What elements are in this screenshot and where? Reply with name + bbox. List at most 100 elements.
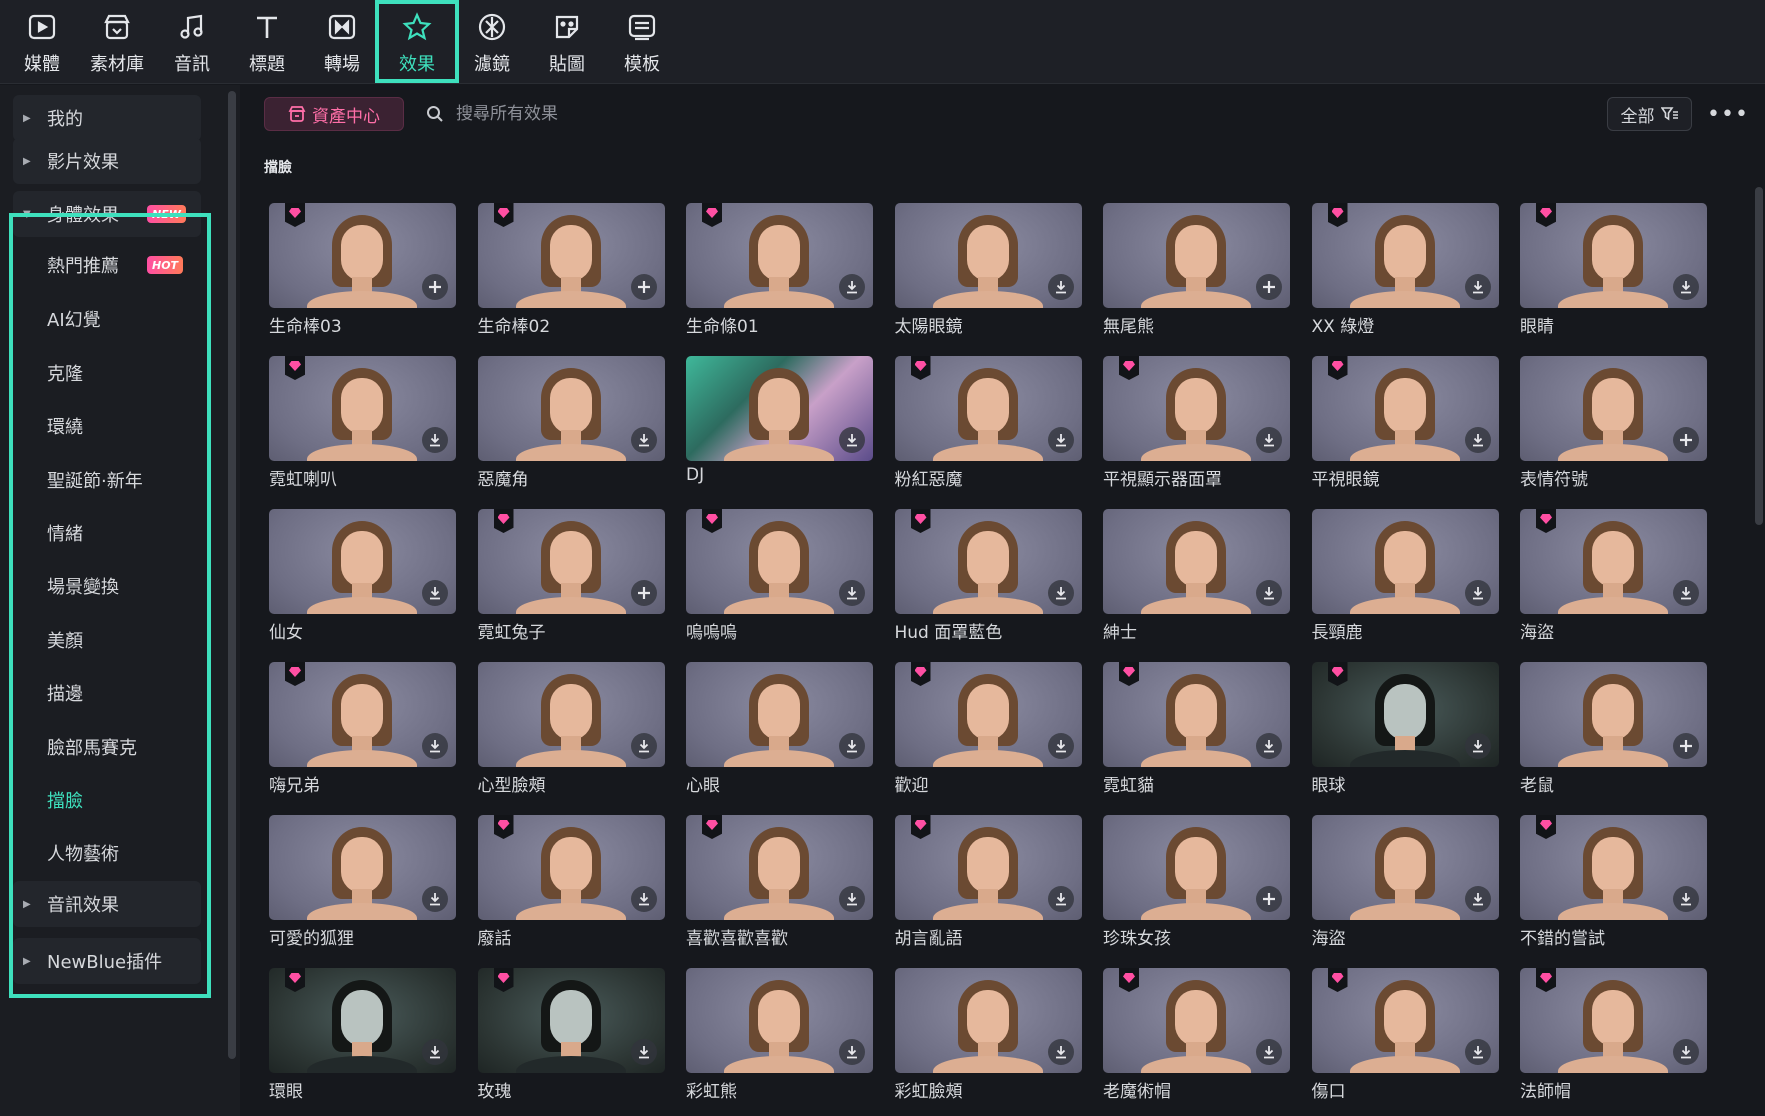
effect-card[interactable]: 歡迎	[894, 662, 1082, 796]
effect-card[interactable]: 玫瑰	[477, 968, 665, 1102]
effect-card[interactable]: 生命棒02	[477, 203, 665, 337]
download-icon[interactable]	[839, 733, 865, 759]
effect-card[interactable]: 彩虹臉頰	[894, 968, 1082, 1102]
effect-card[interactable]: 海盜	[1520, 509, 1707, 643]
download-icon[interactable]	[1047, 733, 1074, 759]
tab-titles[interactable]: 標題	[225, 0, 309, 84]
download-icon[interactable]	[1047, 580, 1074, 606]
sidebar-subitem-clone[interactable]: 克隆	[47, 358, 83, 388]
add-icon[interactable]	[1673, 733, 1699, 759]
effect-card[interactable]: 彩虹熊	[686, 968, 873, 1102]
download-icon[interactable]	[839, 1039, 865, 1065]
tab-stickers[interactable]: 貼圖	[525, 0, 609, 84]
effect-card[interactable]: 生命棒03	[269, 203, 456, 337]
download-icon[interactable]	[839, 427, 865, 453]
download-icon[interactable]	[1047, 427, 1074, 453]
effect-card[interactable]: 海盜	[1311, 815, 1499, 949]
effect-card[interactable]: 可愛的狐狸	[269, 815, 456, 949]
effect-card[interactable]: 生命條01	[686, 203, 873, 337]
effect-card[interactable]: 嗨兄弟	[269, 662, 456, 796]
download-icon[interactable]	[1464, 1039, 1491, 1065]
effect-card[interactable]: 長頸鹿	[1311, 509, 1499, 643]
effect-card[interactable]: XX 綠燈	[1311, 203, 1499, 337]
download-icon[interactable]	[630, 733, 657, 759]
add-icon[interactable]	[630, 580, 657, 606]
tab-transitions[interactable]: 轉場	[300, 0, 384, 84]
tab-library[interactable]: 素材庫	[75, 0, 159, 84]
sidebar-subitem-face-mosaic[interactable]: 臉部馬賽克	[47, 732, 137, 762]
sidebar-subitem-hot[interactable]: 熱門推薦 HOT	[47, 250, 184, 280]
download-icon[interactable]	[1047, 886, 1074, 912]
asset-center-button[interactable]: 資產中心	[264, 97, 404, 131]
effect-card[interactable]: 眼球	[1311, 662, 1499, 796]
effect-card[interactable]: 廢話	[477, 815, 665, 949]
effect-card[interactable]: 仙女	[269, 509, 456, 643]
effect-card[interactable]: 霓虹喇叭	[269, 356, 456, 490]
effect-card[interactable]: 嗚嗚嗚	[686, 509, 873, 643]
sidebar-subitem-face-cover[interactable]: 擋臉	[47, 785, 83, 815]
tab-media[interactable]: 媒體	[0, 0, 84, 84]
tab-templates[interactable]: 模板	[600, 0, 684, 84]
effect-card[interactable]: 表情符號	[1520, 356, 1707, 490]
download-icon[interactable]	[839, 274, 865, 300]
sidebar-item-body-effects[interactable]: ▼ 身體效果 NEW	[13, 191, 201, 237]
tab-filters[interactable]: 濾鏡	[450, 0, 534, 84]
effect-card[interactable]: 心眼	[686, 662, 873, 796]
download-icon[interactable]	[422, 733, 448, 759]
sidebar-subitem-christmas[interactable]: 聖誕節·新年	[47, 465, 143, 495]
sidebar-subitem-portrait-art[interactable]: 人物藝術	[47, 838, 119, 868]
download-icon[interactable]	[1673, 1039, 1699, 1065]
tab-effects[interactable]: 效果	[375, 0, 459, 83]
effect-card[interactable]: 粉紅惡魔	[894, 356, 1082, 490]
download-icon[interactable]	[630, 1039, 657, 1065]
download-icon[interactable]	[630, 886, 657, 912]
download-icon[interactable]	[630, 427, 657, 453]
effect-card[interactable]: 平視顯示器面罩	[1103, 356, 1290, 490]
download-icon[interactable]	[1673, 886, 1699, 912]
main-scrollbar[interactable]	[1755, 187, 1763, 525]
effect-card[interactable]: 老鼠	[1520, 662, 1707, 796]
more-options-icon[interactable]: •••	[1707, 97, 1748, 131]
sidebar-item-mine[interactable]: ▶ 我的	[13, 95, 201, 141]
download-icon[interactable]	[1256, 580, 1282, 606]
download-icon[interactable]	[1464, 274, 1491, 300]
effect-card[interactable]: 環眼	[269, 968, 456, 1102]
effect-card[interactable]: 老魔術帽	[1103, 968, 1290, 1102]
effect-card[interactable]: 惡魔角	[477, 356, 665, 490]
effect-card[interactable]: Hud 面罩藍色	[894, 509, 1082, 643]
effect-card[interactable]: DJ	[686, 356, 873, 488]
download-icon[interactable]	[1047, 1039, 1074, 1065]
effect-card[interactable]: 無尾熊	[1103, 203, 1290, 337]
tab-audio[interactable]: 音訊	[150, 0, 234, 84]
effect-card[interactable]: 太陽眼鏡	[894, 203, 1082, 337]
effect-card[interactable]: 傷口	[1311, 968, 1499, 1102]
sidebar-scrollbar[interactable]	[228, 91, 236, 1059]
sidebar-subitem-emotion[interactable]: 情緒	[47, 518, 83, 548]
download-icon[interactable]	[1464, 427, 1491, 453]
download-icon[interactable]	[422, 427, 448, 453]
sidebar-item-audio-effects[interactable]: ▶ 音訊效果	[13, 881, 201, 927]
add-icon[interactable]	[422, 274, 448, 300]
download-icon[interactable]	[1464, 886, 1491, 912]
sidebar-subitem-scene-change[interactable]: 場景變換	[47, 571, 119, 601]
effect-card[interactable]: 霓虹兔子	[477, 509, 665, 643]
sidebar-item-video-effects[interactable]: ▶ 影片效果	[13, 138, 201, 184]
effect-card[interactable]: 平視眼鏡	[1311, 356, 1499, 490]
filter-dropdown-button[interactable]: 全部	[1607, 97, 1692, 131]
download-icon[interactable]	[839, 580, 865, 606]
sidebar-subitem-beauty[interactable]: 美顏	[47, 625, 83, 655]
download-icon[interactable]	[1464, 580, 1491, 606]
effect-card[interactable]: 法師帽	[1520, 968, 1707, 1102]
download-icon[interactable]	[839, 886, 865, 912]
effect-card[interactable]: 不錯的嘗試	[1520, 815, 1707, 949]
effect-card[interactable]: 霓虹貓	[1103, 662, 1290, 796]
add-icon[interactable]	[630, 274, 657, 300]
download-icon[interactable]	[1256, 733, 1282, 759]
effect-card[interactable]: 心型臉頰	[477, 662, 665, 796]
download-icon[interactable]	[422, 580, 448, 606]
effect-card[interactable]: 眼睛	[1520, 203, 1707, 337]
effect-card[interactable]: 喜歡喜歡喜歡	[686, 815, 873, 949]
download-icon[interactable]	[1047, 274, 1074, 300]
download-icon[interactable]	[1464, 733, 1491, 759]
download-icon[interactable]	[1256, 1039, 1282, 1065]
